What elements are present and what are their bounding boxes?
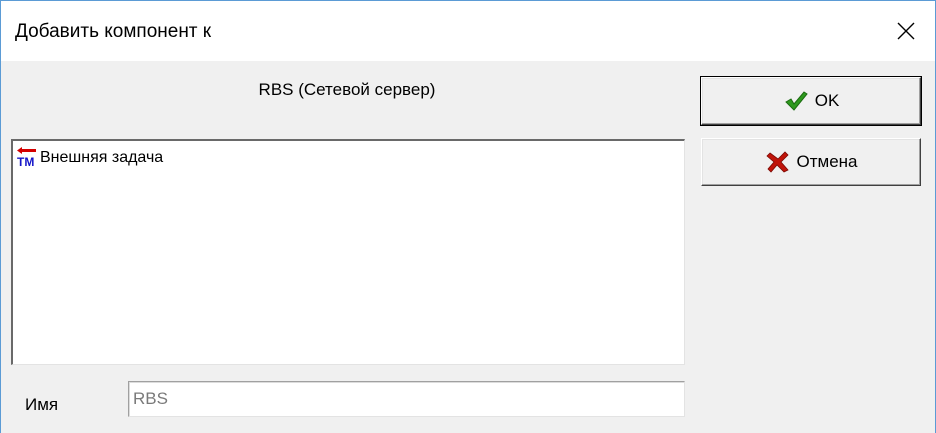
dialog-window: Добавить компонент к RBS (Сетевой сервер… bbox=[0, 0, 936, 433]
close-icon bbox=[897, 22, 915, 40]
external-task-icon: TM bbox=[17, 147, 36, 169]
ok-button-label: OK bbox=[814, 91, 840, 110]
parent-component-label: RBS (Сетевой сервер) bbox=[258, 80, 436, 99]
component-list[interactable]: TM Внешняя задача bbox=[11, 139, 685, 365]
name-field[interactable] bbox=[128, 381, 685, 417]
list-item[interactable]: TM Внешняя задача bbox=[17, 147, 163, 169]
name-field-label: Имя bbox=[25, 395, 59, 414]
cross-icon bbox=[765, 151, 789, 173]
ok-button[interactable]: OK bbox=[700, 76, 922, 126]
window-title: Добавить компонент к bbox=[15, 21, 212, 42]
svg-text:TM: TM bbox=[17, 155, 34, 169]
dialog-body: RBS (Сетевой сервер) OK Отмена TM Внешня… bbox=[1, 61, 935, 433]
cancel-button-label: Отмена bbox=[796, 152, 858, 171]
cancel-button[interactable]: Отмена bbox=[701, 138, 921, 186]
list-item-label: Внешняя задача bbox=[40, 149, 164, 166]
focus-rectangle bbox=[700, 76, 922, 126]
checkmark-icon bbox=[784, 91, 808, 111]
close-button[interactable] bbox=[877, 1, 935, 61]
title-bar[interactable]: Добавить компонент к bbox=[1, 1, 935, 61]
